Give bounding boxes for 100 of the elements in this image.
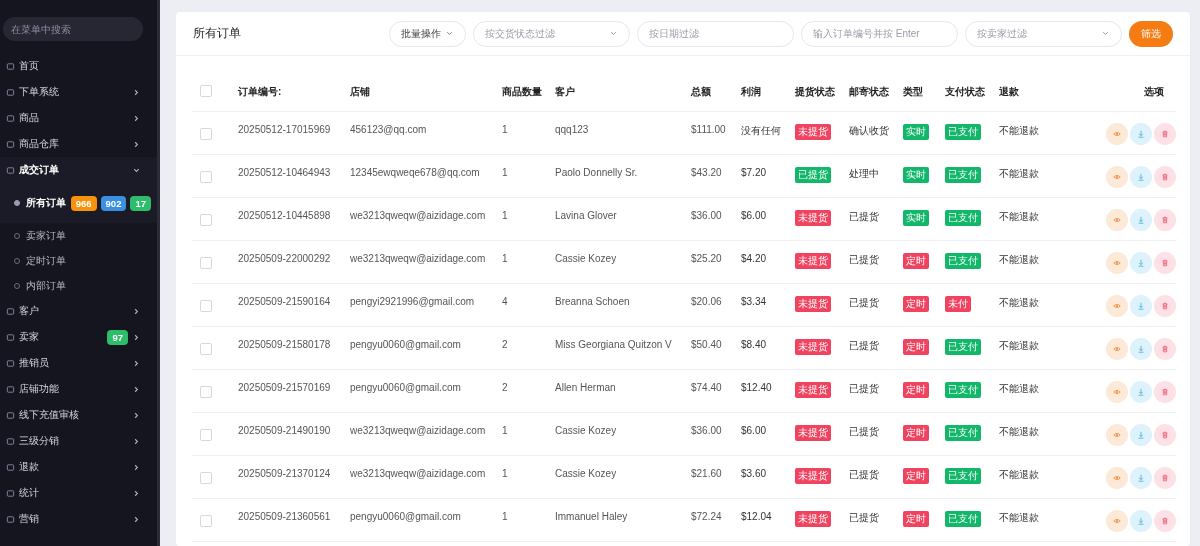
delete-button[interactable] bbox=[1154, 252, 1176, 274]
view-button[interactable] bbox=[1106, 252, 1128, 274]
view-button[interactable] bbox=[1106, 338, 1128, 360]
trash-icon bbox=[1161, 259, 1169, 267]
download-button[interactable] bbox=[1130, 510, 1152, 532]
submenu-item[interactable]: 内部订单 bbox=[0, 273, 157, 298]
row-checkbox[interactable] bbox=[200, 515, 212, 527]
table-cell-text: Cassie Kozey bbox=[555, 425, 618, 436]
delete-button[interactable] bbox=[1154, 209, 1176, 231]
download-button[interactable] bbox=[1130, 424, 1152, 446]
menu-item[interactable]: 三级分销 bbox=[0, 428, 157, 454]
download-button[interactable] bbox=[1130, 123, 1152, 145]
download-button[interactable] bbox=[1130, 295, 1152, 317]
view-button[interactable] bbox=[1106, 381, 1128, 403]
menu-item[interactable]: 退款 bbox=[0, 454, 157, 480]
table-cell-text: 456123@qq.com bbox=[350, 124, 428, 135]
view-button[interactable] bbox=[1106, 295, 1128, 317]
table-cell-text: $74.40 bbox=[691, 382, 723, 393]
menu-item[interactable]: 店铺功能 bbox=[0, 376, 157, 402]
order-number-field[interactable]: 输入订单编号并按 Enter bbox=[801, 20, 958, 47]
submenu-item[interactable]: 定时订单 bbox=[0, 248, 157, 273]
view-button[interactable] bbox=[1106, 209, 1128, 231]
row-checkbox[interactable] bbox=[200, 171, 212, 183]
table-cell-text: Breanna Schoen bbox=[555, 296, 631, 307]
menu-icon bbox=[6, 165, 15, 175]
menu-item[interactable]: 成交订单 bbox=[0, 157, 157, 183]
table-cell-text: 1 bbox=[502, 167, 509, 178]
column-header: 商品数量 bbox=[502, 85, 543, 99]
menu-item[interactable]: 首页 bbox=[0, 53, 157, 79]
table-cell-text: 20250509-21590164 bbox=[238, 296, 332, 307]
view-button[interactable] bbox=[1106, 123, 1128, 145]
row-checkbox[interactable] bbox=[200, 343, 212, 355]
download-button[interactable] bbox=[1130, 166, 1152, 188]
submenu-item[interactable]: 所有订单 966 902 17 bbox=[0, 183, 157, 223]
download-button[interactable] bbox=[1130, 381, 1152, 403]
delete-button[interactable] bbox=[1154, 295, 1176, 317]
menu-item[interactable]: 商品仓库 bbox=[0, 131, 157, 157]
view-button[interactable] bbox=[1106, 467, 1128, 489]
table-cell-text: $43.20 bbox=[691, 167, 723, 178]
eye-icon bbox=[1113, 431, 1121, 439]
delete-button[interactable] bbox=[1154, 424, 1176, 446]
status-tag: 已支付 bbox=[945, 253, 981, 269]
row-checkbox[interactable] bbox=[200, 257, 212, 269]
view-button[interactable] bbox=[1106, 424, 1128, 446]
view-button[interactable] bbox=[1106, 166, 1128, 188]
menu-item[interactable]: 卖家 97 bbox=[0, 324, 157, 350]
status-tag: 定时 bbox=[903, 382, 929, 398]
menu-item[interactable]: 商品 bbox=[0, 105, 157, 131]
download-button[interactable] bbox=[1130, 252, 1152, 274]
submenu-item[interactable]: 卖家订单 bbox=[0, 223, 157, 248]
count-badge: 902 bbox=[100, 195, 127, 211]
download-button[interactable] bbox=[1130, 209, 1152, 231]
eye-icon bbox=[1113, 173, 1121, 181]
download-icon bbox=[1137, 431, 1145, 439]
trash-icon bbox=[1161, 345, 1169, 353]
status-tag: 定时 bbox=[903, 253, 929, 269]
select-all-checkbox[interactable] bbox=[200, 85, 212, 97]
row-checkbox[interactable] bbox=[200, 214, 212, 226]
table-cell-text: pengyu0060@gmail.com bbox=[350, 382, 462, 393]
delete-button[interactable] bbox=[1154, 510, 1176, 532]
status-tag: 未付 bbox=[945, 296, 971, 312]
table-cell-text: we3213qweqw@aizidage.com bbox=[350, 468, 487, 479]
delete-button[interactable] bbox=[1154, 123, 1176, 145]
menu-item[interactable]: 统计 bbox=[0, 480, 157, 506]
table-cell-text: $72.24 bbox=[691, 511, 723, 522]
table-cell-text: $4.20 bbox=[741, 253, 768, 264]
delete-button[interactable] bbox=[1154, 467, 1176, 489]
download-button[interactable] bbox=[1130, 467, 1152, 489]
status-tag: 实时 bbox=[903, 210, 929, 226]
menu-item[interactable]: 推销员 bbox=[0, 350, 157, 376]
row-checkbox[interactable] bbox=[200, 386, 212, 398]
row-checkbox[interactable] bbox=[200, 429, 212, 441]
count-badge: 966 bbox=[70, 195, 97, 211]
chevron-icon bbox=[132, 462, 141, 472]
table-cell-text: 确认收货 bbox=[849, 124, 890, 138]
table-cell-text: we3213qweqw@aizidage.com bbox=[350, 253, 487, 264]
date-filter-field[interactable]: 按日期过滤 bbox=[637, 20, 794, 47]
table-cell-text: $111.00 bbox=[691, 124, 727, 135]
page-title: 所有订单 bbox=[193, 25, 242, 42]
download-button[interactable] bbox=[1130, 338, 1152, 360]
delete-button[interactable] bbox=[1154, 381, 1176, 403]
delete-button[interactable] bbox=[1154, 166, 1176, 188]
menu-icon bbox=[6, 87, 15, 97]
menu-item[interactable]: 线下充值审核 bbox=[0, 402, 157, 428]
menu-item[interactable]: 客户 bbox=[0, 298, 157, 324]
view-button[interactable] bbox=[1106, 510, 1128, 532]
table-cell-text: 不能退款 bbox=[999, 425, 1040, 439]
delete-button[interactable] bbox=[1154, 338, 1176, 360]
row-checkbox[interactable] bbox=[200, 128, 212, 140]
table-cell-text: 已提货 bbox=[849, 468, 880, 482]
bulk-action-dropdown[interactable]: 批量操作 bbox=[389, 20, 466, 47]
status-filter-select[interactable]: 按交货状态过滤 bbox=[473, 20, 630, 47]
menu-search-field[interactable]: 在菜单中搜索 bbox=[3, 17, 143, 41]
menu-item[interactable]: 下单系统 bbox=[0, 79, 157, 105]
seller-filter-select[interactable]: 按卖家过滤 bbox=[965, 20, 1122, 47]
row-checkbox[interactable] bbox=[200, 300, 212, 312]
menu-item[interactable]: 营销 bbox=[0, 506, 157, 532]
table-cell-text: 已提货 bbox=[849, 296, 880, 310]
row-checkbox[interactable] bbox=[200, 472, 212, 484]
menu-icon bbox=[6, 113, 15, 123]
